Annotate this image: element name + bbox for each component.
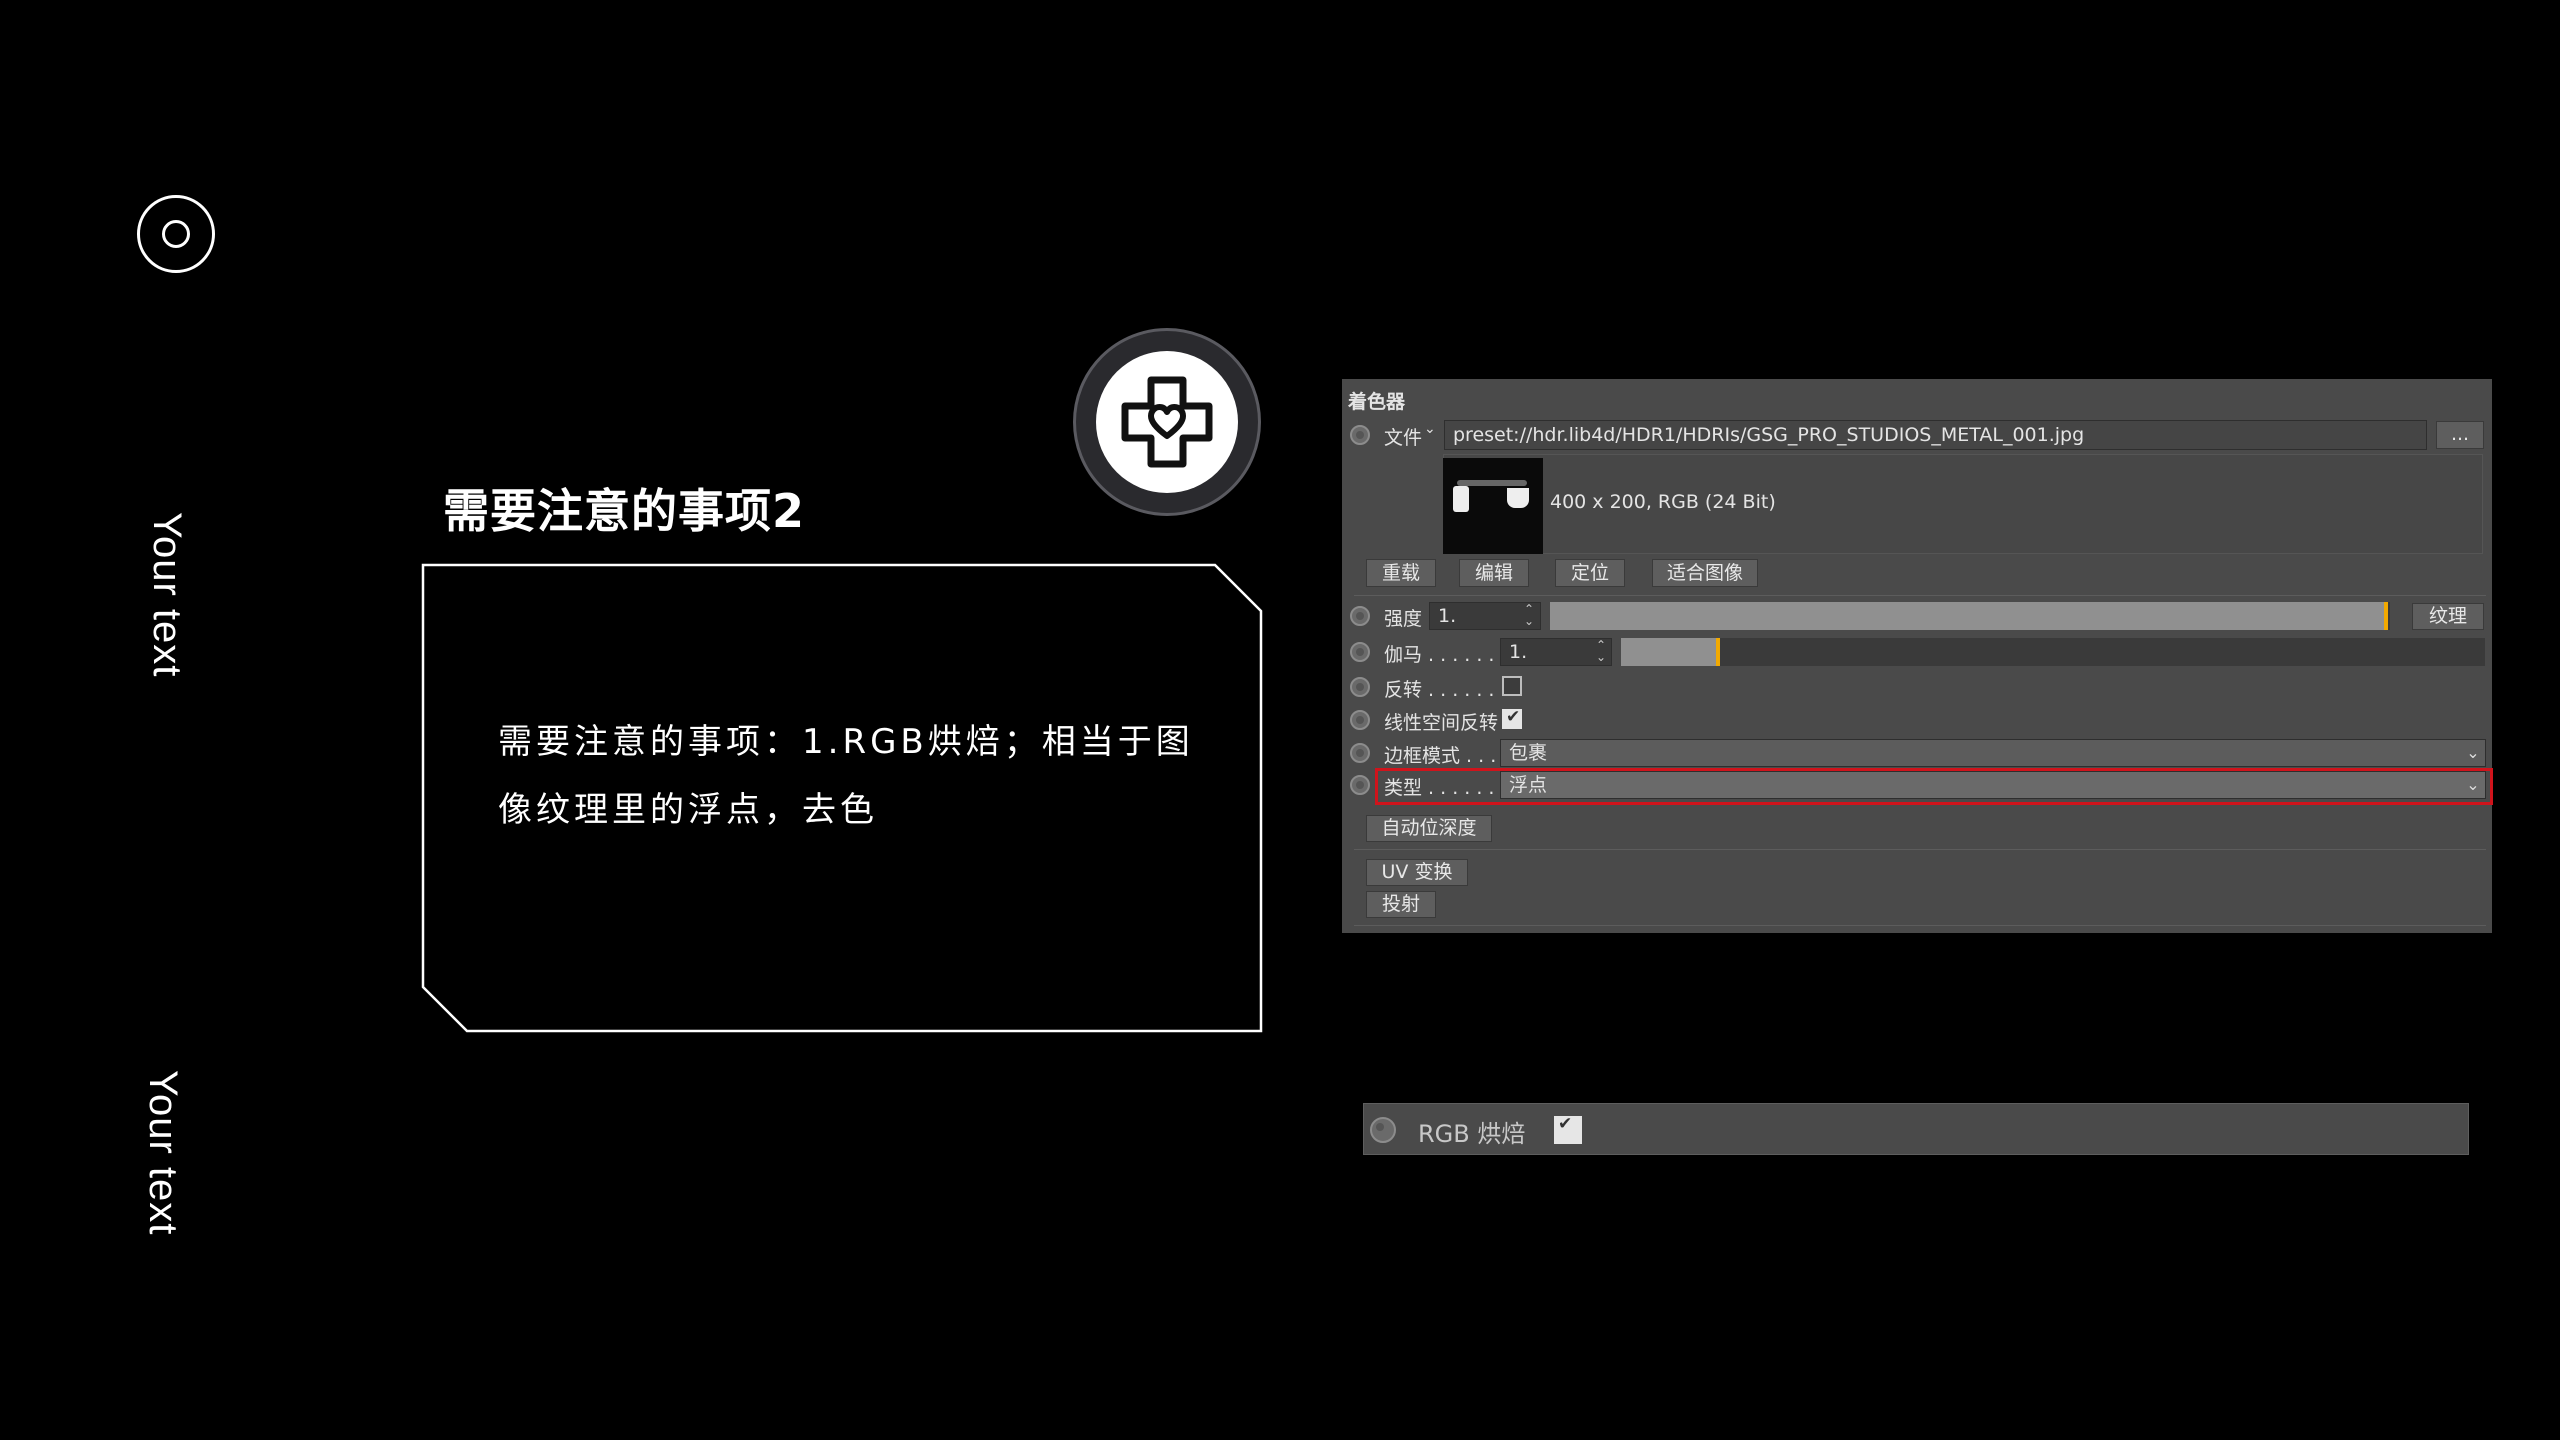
gamma-spinner-icon[interactable]: ⌃ ⌄ [1596, 639, 1606, 663]
gamma-slider[interactable] [1621, 638, 2485, 666]
linear-anim-radio[interactable] [1350, 710, 1370, 730]
vertical-text-bottom: Your text [141, 1070, 185, 1236]
chevron-down-icon: ⌄ [2466, 743, 2480, 762]
vertical-text-top: Your text [145, 512, 189, 678]
linear-label: 线性空间反转 [1384, 712, 1499, 734]
file-label: 文件 [1384, 427, 1423, 449]
texture-thumbnail [1443, 458, 1543, 554]
health-cross-badge [1073, 328, 1261, 516]
invert-checkbox[interactable] [1502, 676, 1522, 696]
target-ring-icon [137, 195, 215, 273]
gamma-label: 伽马 . . . . . . [1384, 644, 1495, 666]
reload-button[interactable]: 重载 [1366, 559, 1436, 587]
file-path-field[interactable]: preset://hdr.lib4d/HDR1/HDRIs/GSG_PRO_ST… [1444, 420, 2427, 450]
fit-image-button[interactable]: 适合图像 [1652, 559, 1758, 587]
intensity-slider[interactable] [1550, 602, 2390, 630]
shader-panel: 着色器 文件 ⌄ preset://hdr.lib4d/HDR1/HDRIs/G… [1342, 379, 2493, 933]
divider [1354, 925, 2486, 926]
browse-button[interactable]: ... [2436, 421, 2484, 449]
highlight-box [1375, 768, 2493, 805]
invert-anim-radio[interactable] [1350, 677, 1370, 697]
image-info: 400 x 200, RGB (24 Bit) [1550, 491, 1776, 513]
divider [1354, 595, 2486, 596]
border-mode-value: 包裹 [1509, 742, 1548, 764]
invert-label: 反转 . . . . . . [1384, 679, 1495, 701]
projection-button[interactable]: 投射 [1366, 891, 1436, 918]
rgb-bake-bar: RGB 烘焙 [1363, 1103, 2469, 1155]
chevron-down-icon[interactable]: ⌄ [1424, 421, 1436, 437]
linear-checkbox[interactable] [1502, 707, 1522, 729]
intensity-anim-radio[interactable] [1350, 606, 1370, 626]
locate-button[interactable]: 定位 [1555, 559, 1625, 587]
auto-bit-depth-button[interactable]: 自动位深度 [1366, 815, 1492, 842]
rgb-bake-anim-radio[interactable] [1370, 1117, 1396, 1143]
rgb-bake-checkbox[interactable] [1554, 1114, 1582, 1144]
border-mode-label: 边框模式 . . . [1384, 745, 1497, 767]
file-anim-radio[interactable] [1350, 425, 1370, 445]
note-text: 需要注意的事项：1.RGB烘焙；相当于图像纹理里的浮点，去色 [498, 722, 1194, 830]
health-cross-icon [1121, 376, 1213, 468]
border-mode-select[interactable]: 包裹 ⌄ [1500, 739, 2486, 767]
intensity-label: 强度 [1384, 608, 1423, 630]
divider [1354, 849, 2486, 850]
gamma-anim-radio[interactable] [1350, 642, 1370, 662]
rgb-bake-label: RGB 烘焙 [1418, 1120, 1526, 1148]
border-anim-radio[interactable] [1350, 743, 1370, 763]
shader-section-title: 着色器 [1348, 391, 1406, 413]
texture-button[interactable]: 纹理 [2412, 603, 2484, 630]
edit-button[interactable]: 编辑 [1459, 559, 1529, 587]
page-title: 需要注意的事项2 [443, 484, 806, 538]
intensity-spinner-icon[interactable]: ⌃ ⌄ [1524, 603, 1534, 627]
type-anim-radio[interactable] [1350, 775, 1370, 795]
uv-transform-button[interactable]: UV 变换 [1366, 859, 1468, 886]
